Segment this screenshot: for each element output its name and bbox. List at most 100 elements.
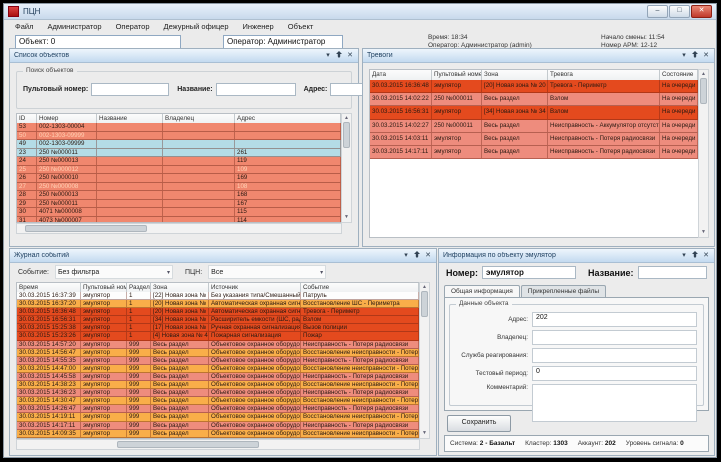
table-cell: Весь раздел <box>482 120 548 132</box>
table-row[interactable]: 30.03.2015 14:09:35эмулятор999Весь разде… <box>17 430 419 438</box>
close-icon[interactable]: ✕ <box>702 52 710 59</box>
table-row[interactable]: 24250 №000013119 <box>17 157 341 166</box>
table-row[interactable]: 30.03.2015 14:45:58эмулятор999Весь разде… <box>17 373 419 381</box>
objects-horizontal-scrollbar[interactable] <box>16 223 342 234</box>
table-cell <box>235 132 341 140</box>
pin-icon[interactable] <box>691 51 699 60</box>
journal-vertical-scrollbar[interactable]: ▲▼ <box>419 282 430 439</box>
table-cell: Весь раздел <box>151 373 209 380</box>
search-field-label: Адрес: <box>304 86 328 93</box>
table-row[interactable]: 30.03.2015 15:25:38эмулятор1[17] Новая з… <box>17 324 419 332</box>
tab-1[interactable]: Прикрепленные файлы <box>521 285 606 297</box>
menu-item-0[interactable]: Файл <box>8 21 40 32</box>
close-icon[interactable]: ✕ <box>424 252 432 259</box>
table-row[interactable]: 30.03.2015 14:03:11эмуляторВесь разделНе… <box>370 133 698 146</box>
info-tab-panel: Данные объекта Адрес:202Владелец:Служба … <box>444 297 709 411</box>
table-row[interactable]: 23250 №000011261 <box>17 149 341 158</box>
table-cell <box>163 208 235 216</box>
pin-icon[interactable] <box>691 251 699 260</box>
table-cell: 999 <box>127 373 151 380</box>
table-cell: Неисправность - Потеря радиосвязи <box>548 146 660 158</box>
table-row[interactable]: 30.03.2015 14:02:27250 №000011Весь разде… <box>370 120 698 133</box>
table-row[interactable]: 30.03.2015 14:17:11эмулятор999Весь разде… <box>17 422 419 430</box>
table-row[interactable]: 28250 №000013168 <box>17 191 341 200</box>
table-row[interactable]: 304071 №000008115 <box>17 208 341 217</box>
table-cell: 250 №000012 <box>37 166 97 174</box>
maximize-button[interactable]: □ <box>669 5 690 18</box>
table-cell: 1 <box>127 292 151 299</box>
minimize-button[interactable]: – <box>647 5 668 18</box>
table-row[interactable]: 30.03.2015 16:37:39эмулятор1[22] Новая з… <box>17 292 419 300</box>
table-row[interactable]: 30.03.2015 14:38:23эмулятор999Весь разде… <box>17 381 419 389</box>
close-button[interactable]: ✕ <box>691 5 712 18</box>
objects-vertical-scrollbar[interactable]: ▲▼ <box>341 113 352 223</box>
pin-icon[interactable] <box>335 51 343 60</box>
table-cell: Взлом <box>548 93 660 105</box>
field-input[interactable]: 202 <box>532 312 697 327</box>
table-row[interactable]: 26250 №000010169 <box>17 174 341 183</box>
table-cell <box>235 140 341 148</box>
table-cell: На очереди <box>660 93 698 105</box>
dropdown-icon[interactable]: ▾ <box>324 52 332 59</box>
table-row[interactable]: 30.03.2015 14:36:23эмулятор999Весь разде… <box>17 389 419 397</box>
pcn-filter-combo[interactable]: Все▾ <box>208 265 326 279</box>
alarms-vertical-scrollbar[interactable]: ▲▼ <box>698 69 709 238</box>
table-row[interactable]: 30.03.2015 14:56:47эмулятор999Весь разде… <box>17 349 419 357</box>
table-cell: 250 №000011 <box>37 200 97 208</box>
menu-item-3[interactable]: Дежурный офицер <box>157 21 236 32</box>
pin-icon[interactable] <box>413 251 421 260</box>
table-row[interactable]: 30.03.2015 14:57:20эмулятор999Весь разде… <box>17 341 419 349</box>
table-row[interactable]: 30.03.2015 16:56:31эмулятор[34] Новая зо… <box>370 106 698 119</box>
table-row[interactable]: 29250 №000011167 <box>17 200 341 209</box>
table-row[interactable]: 30.03.2015 14:19:11эмулятор999Весь разде… <box>17 413 419 421</box>
table-cell: 250 №000013 <box>37 157 97 165</box>
number-input[interactable]: эмулятор <box>482 266 576 279</box>
table-row[interactable]: 30.03.2015 14:17:11эмуляторВесь разделНе… <box>370 146 698 159</box>
table-cell: Объектовое охранное оборудование <box>209 341 301 348</box>
menu-item-2[interactable]: Оператор <box>109 21 157 32</box>
table-cell: 250 №000011 <box>37 149 97 157</box>
status-item: Уровень сигнала: 0 <box>626 440 684 447</box>
close-icon[interactable]: ✕ <box>702 252 710 259</box>
table-row[interactable]: 30.03.2015 14:02:22250 №000011Весь разде… <box>370 93 698 106</box>
table-row[interactable]: 30.03.2015 14:26:47эмулятор999Весь разде… <box>17 405 419 413</box>
table-row[interactable]: 30.03.2015 15:23:26эмулятор1[4] Новая зо… <box>17 332 419 340</box>
save-button[interactable]: Сохранить <box>447 415 511 432</box>
table-row[interactable]: 30.03.2015 14:30:47эмулятор999Весь разде… <box>17 397 419 405</box>
table-row[interactable]: 30.03.2015 16:36:48эмулятор1[20] Новая з… <box>17 308 419 316</box>
search-field-input[interactable] <box>216 83 296 96</box>
table-cell: Восстановление неисправности - Потеря ра… <box>301 381 419 388</box>
chevron-down-icon: ▾ <box>320 269 323 276</box>
dropdown-icon[interactable]: ▾ <box>680 52 688 59</box>
table-row[interactable]: 50002-1303-09999 <box>17 132 341 141</box>
menu-item-5[interactable]: Объект <box>281 21 321 32</box>
menu-item-4[interactable]: Инженер <box>236 21 281 32</box>
field-input[interactable] <box>532 348 697 363</box>
table-row[interactable]: 53002-1303-00004 <box>17 123 341 132</box>
table-row[interactable]: 49002-1303-09999 <box>17 140 341 149</box>
journal-horizontal-scrollbar[interactable] <box>16 439 420 450</box>
table-row[interactable]: 25250 №000012109 <box>17 166 341 175</box>
search-field-input[interactable] <box>91 83 169 96</box>
table-row[interactable]: 30.03.2015 16:36:48эмулятор[20] Новая зо… <box>370 80 698 93</box>
dropdown-icon[interactable]: ▾ <box>680 252 688 259</box>
table-row[interactable]: 30.03.2015 16:37:20эмулятор1[20] Новая з… <box>17 300 419 308</box>
table-cell: 002-1303-09999 <box>37 140 97 148</box>
field-input[interactable] <box>532 384 697 422</box>
field-label: Владелец: <box>454 334 532 341</box>
table-cell: Объектовое охранное оборудование <box>209 389 301 396</box>
table-row[interactable]: 27250 №000008108 <box>17 183 341 192</box>
table-cell <box>97 157 163 165</box>
close-icon[interactable]: ✕ <box>346 52 354 59</box>
event-filter-combo[interactable]: Без фильтра▾ <box>55 265 173 279</box>
table-row[interactable]: 30.03.2015 16:56:31эмулятор1[34] Новая з… <box>17 316 419 324</box>
name-input[interactable] <box>638 266 707 279</box>
table-row[interactable]: 30.03.2015 14:55:35эмулятор999Весь разде… <box>17 357 419 365</box>
dropdown-icon[interactable]: ▾ <box>402 252 410 259</box>
table-cell: 27 <box>17 183 37 191</box>
table-row[interactable]: 30.03.2015 14:47:00эмулятор999Весь разде… <box>17 365 419 373</box>
field-input[interactable]: 0 <box>532 366 697 381</box>
menu-item-1[interactable]: Администратор <box>40 21 108 32</box>
table-cell <box>163 123 235 131</box>
field-input[interactable] <box>532 330 697 345</box>
